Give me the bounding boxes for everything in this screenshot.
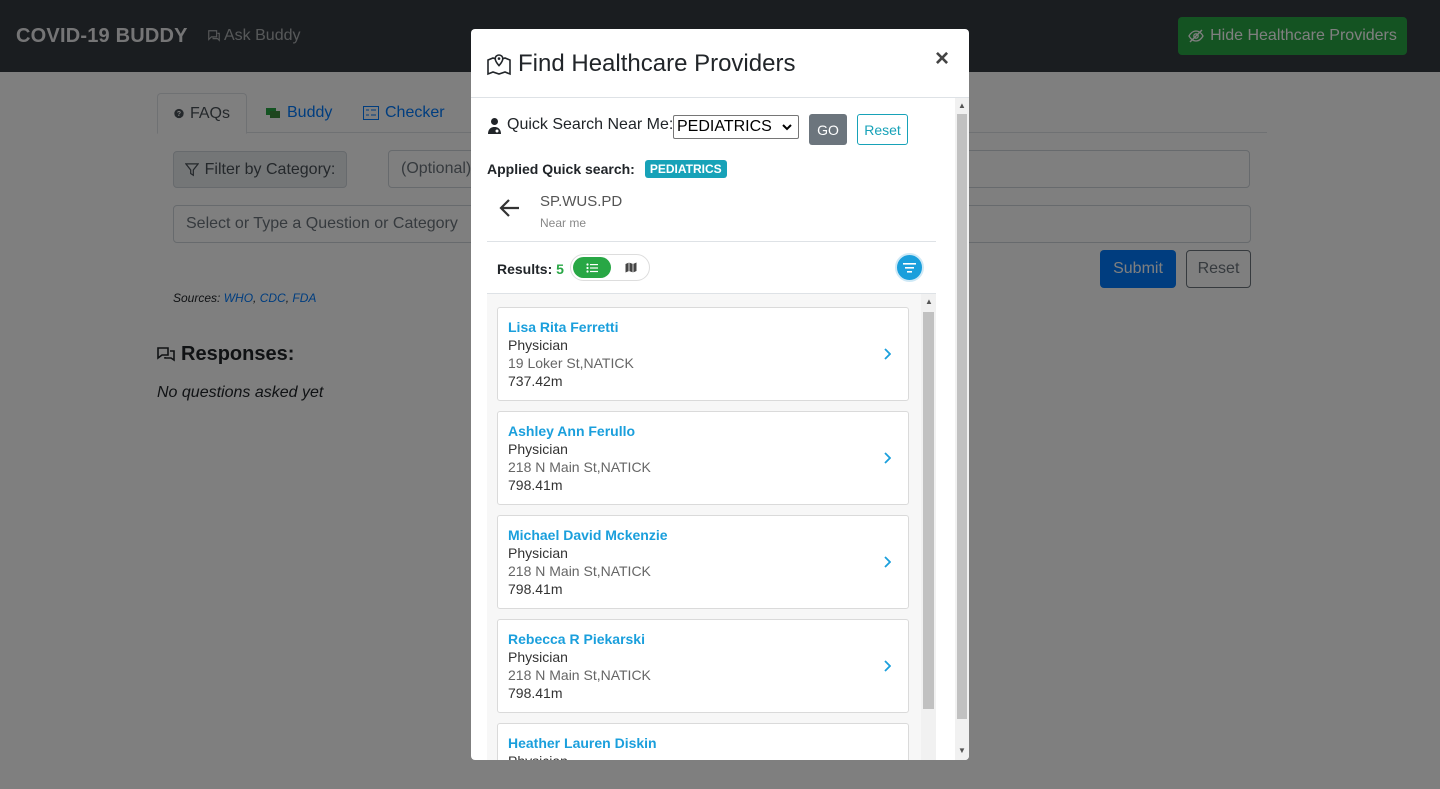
provider-role: Physician — [508, 753, 568, 760]
modal-title-text: Find Healthcare Providers — [518, 50, 796, 77]
list-scrollbar[interactable]: ▲ — [921, 294, 936, 760]
provider-address: 19 Loker St,NATICK — [508, 355, 634, 371]
provider-address: 218 N Main St,NATICK — [508, 563, 651, 579]
sort-icon — [903, 262, 916, 273]
applied-label: Applied Quick search: — [487, 161, 635, 177]
provider-card[interactable]: Ashley Ann Ferullo Physician 218 N Main … — [497, 411, 909, 505]
scroll-down-icon[interactable]: ▼ — [958, 746, 966, 755]
chevron-right-icon[interactable] — [883, 660, 891, 672]
location-title: SP.WUS.PD — [540, 193, 623, 210]
map-pin-icon — [487, 54, 511, 76]
provider-card[interactable]: Heather Lauren Diskin Physician — [497, 723, 909, 760]
provider-list: Lisa Rita Ferretti Physician 19 Loker St… — [487, 294, 936, 760]
provider-card[interactable]: Michael David Mckenzie Physician 218 N M… — [497, 515, 909, 609]
chevron-right-icon[interactable] — [883, 556, 891, 568]
results-label: Results: — [497, 261, 553, 277]
provider-name[interactable]: Lisa Rita Ferretti — [508, 319, 618, 335]
modal-scrollbar[interactable]: ▲ ▼ — [955, 98, 969, 760]
provider-name[interactable]: Rebecca R Piekarski — [508, 631, 645, 647]
quick-search-reset-button[interactable]: Reset — [857, 114, 908, 145]
chevron-right-icon[interactable] — [883, 452, 891, 464]
quick-search-label: Quick Search Near Me: — [507, 116, 674, 133]
provider-distance: 798.41m — [508, 581, 563, 597]
quick-search-value: PEDIATRICS — [677, 118, 772, 135]
list-icon — [586, 262, 598, 273]
back-arrow-icon[interactable] — [499, 198, 521, 218]
provider-name[interactable]: Ashley Ann Ferullo — [508, 423, 635, 439]
provider-address: 218 N Main St,NATICK — [508, 459, 651, 475]
close-button[interactable]: × — [935, 47, 949, 71]
provider-role: Physician — [508, 441, 568, 457]
chevron-right-icon[interactable] — [883, 348, 891, 360]
location-subtitle: Near me — [540, 216, 587, 230]
provider-role: Physician — [508, 337, 568, 353]
modal-scrollbar-thumb[interactable] — [957, 114, 967, 719]
go-button[interactable]: GO — [809, 114, 847, 145]
quick-search-row: Quick Search Near Me: — [487, 116, 673, 134]
provider-address: 218 N Main St,NATICK — [508, 667, 651, 683]
applied-quick-search: Applied Quick search: PEDIATRICS — [487, 160, 727, 178]
provider-card[interactable]: Lisa Rita Ferretti Physician 19 Loker St… — [497, 307, 909, 401]
provider-card[interactable]: Rebecca R Piekarski Physician 218 N Main… — [497, 619, 909, 713]
provider-name[interactable]: Heather Lauren Diskin — [508, 735, 657, 751]
sort-filter-button[interactable] — [895, 253, 924, 282]
results-count: Results: 5 — [497, 261, 564, 277]
provider-name[interactable]: Michael David Mckenzie — [508, 527, 668, 543]
map-view-button[interactable] — [615, 257, 647, 278]
provider-distance: 798.41m — [508, 685, 563, 701]
list-view-button[interactable] — [573, 257, 611, 278]
scroll-up-icon[interactable]: ▲ — [958, 101, 966, 110]
provider-role: Physician — [508, 649, 568, 665]
quick-search-select[interactable]: PEDIATRICS — [673, 115, 799, 139]
provider-distance: 798.41m — [508, 477, 563, 493]
applied-badge: PEDIATRICS — [644, 160, 727, 178]
map-icon — [625, 262, 637, 273]
modal-header: Find Healthcare Providers × — [471, 29, 969, 98]
modal-body: Quick Search Near Me: PEDIATRICS GO Rese… — [471, 98, 956, 760]
modal-title: Find Healthcare Providers — [486, 50, 795, 78]
view-toggle — [570, 254, 650, 281]
scroll-up-icon[interactable]: ▲ — [925, 297, 933, 306]
find-providers-modal: Find Healthcare Providers × Quick Search… — [471, 29, 969, 760]
chevron-down-icon — [782, 124, 792, 131]
results-number: 5 — [556, 261, 564, 277]
doctor-icon — [488, 117, 501, 134]
provider-distance: 737.42m — [508, 373, 563, 389]
list-scrollbar-thumb[interactable] — [923, 312, 934, 709]
divider — [487, 241, 936, 242]
provider-role: Physician — [508, 545, 568, 561]
